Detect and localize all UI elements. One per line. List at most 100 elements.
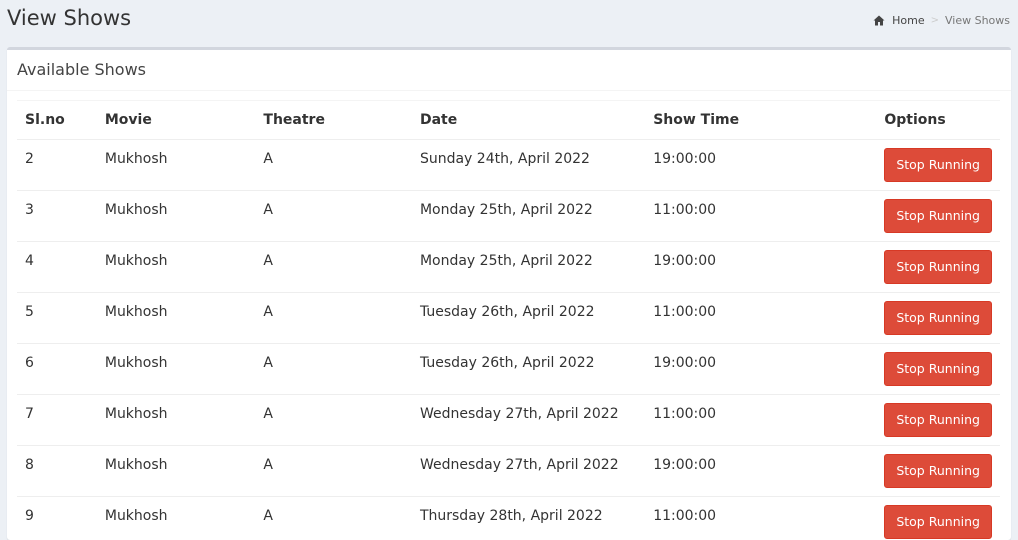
theatre-text: A [263,242,404,269]
date-text: Wednesday 27th, April 2022 [420,395,637,422]
movie-text: Mukhosh [105,446,248,473]
date-text: Sunday 24th, April 2022 [420,140,637,167]
column-header-movie: Movie [97,101,256,140]
content-header: View Shows Home > View Shows [0,0,1018,46]
show-time-text: 19:00:00 [653,344,868,371]
cell-show-time: 11:00:00 [645,293,876,344]
cell-date: Thursday 28th, April 2022 [412,497,645,540]
slno-text: 3 [25,191,89,218]
movie-text: Mukhosh [105,293,248,320]
theatre-text: A [263,293,404,320]
available-shows-box: Available Shows Sl.no Movie Theatre Date… [7,47,1011,540]
cell-date: Monday 25th, April 2022 [412,191,645,242]
show-time-text: 19:00:00 [653,446,868,473]
cell-movie: Mukhosh [97,293,256,344]
cell-date: Wednesday 27th, April 2022 [412,395,645,446]
table-row: 8 Mukhosh A Wednesday 27th, April 2022 1… [17,446,1000,497]
cell-theatre: A [255,293,412,344]
shows-table: Sl.no Movie Theatre Date Show Time Optio… [17,100,1000,540]
movie-text: Mukhosh [105,497,248,524]
cell-slno: 8 [17,446,97,497]
date-text: Tuesday 26th, April 2022 [420,344,637,371]
cell-show-time: 19:00:00 [645,140,876,191]
theatre-text: A [263,446,404,473]
cell-show-time: 19:00:00 [645,446,876,497]
theatre-text: A [263,191,404,218]
column-header-slno: Sl.no [17,101,97,140]
slno-text: 5 [25,293,89,320]
stop-running-button[interactable]: Stop Running [884,505,992,539]
stop-running-button[interactable]: Stop Running [884,301,992,335]
date-text: Monday 25th, April 2022 [420,242,637,269]
cell-show-time: 11:00:00 [645,497,876,540]
slno-text: 9 [25,497,89,524]
cell-date: Sunday 24th, April 2022 [412,140,645,191]
date-text: Monday 25th, April 2022 [420,191,637,218]
stop-running-button[interactable]: Stop Running [884,454,992,488]
stop-running-button[interactable]: Stop Running [884,352,992,386]
cell-theatre: A [255,242,412,293]
movie-text: Mukhosh [105,395,248,422]
cell-movie: Mukhosh [97,446,256,497]
slno-text: 2 [25,140,89,167]
cell-theatre: A [255,140,412,191]
slno-text: 4 [25,242,89,269]
cell-slno: 7 [17,395,97,446]
cell-slno: 5 [17,293,97,344]
cell-options: Stop Running [876,140,1000,191]
cell-show-time: 11:00:00 [645,191,876,242]
cell-options: Stop Running [876,191,1000,242]
movie-text: Mukhosh [105,191,248,218]
cell-options: Stop Running [876,344,1000,395]
cell-slno: 6 [17,344,97,395]
column-header-show-time: Show Time [645,101,876,140]
stop-running-button[interactable]: Stop Running [884,403,992,437]
stop-running-button[interactable]: Stop Running [884,148,992,182]
date-text: Wednesday 27th, April 2022 [420,446,637,473]
cell-show-time: 19:00:00 [645,242,876,293]
cell-movie: Mukhosh [97,344,256,395]
breadcrumb-home-link[interactable]: Home [873,14,924,27]
cell-date: Monday 25th, April 2022 [412,242,645,293]
table-row: 3 Mukhosh A Monday 25th, April 2022 11:0… [17,191,1000,242]
breadcrumb-separator: > [931,15,939,26]
cell-movie: Mukhosh [97,395,256,446]
table-row: 6 Mukhosh A Tuesday 26th, April 2022 19:… [17,344,1000,395]
slno-text: 7 [25,395,89,422]
table-row: 9 Mukhosh A Thursday 28th, April 2022 11… [17,497,1000,540]
slno-text: 6 [25,344,89,371]
cell-options: Stop Running [876,293,1000,344]
theatre-text: A [263,344,404,371]
cell-show-time: 19:00:00 [645,344,876,395]
breadcrumb-home-label: Home [892,14,924,27]
show-time-text: 11:00:00 [653,395,868,422]
cell-movie: Mukhosh [97,242,256,293]
cell-date: Wednesday 27th, April 2022 [412,446,645,497]
shows-table-wrapper: Sl.no Movie Theatre Date Show Time Optio… [17,100,1000,540]
theatre-text: A [263,497,404,524]
show-time-text: 11:00:00 [653,497,868,524]
table-row: 4 Mukhosh A Monday 25th, April 2022 19:0… [17,242,1000,293]
slno-text: 8 [25,446,89,473]
cell-options: Stop Running [876,395,1000,446]
cell-slno: 3 [17,191,97,242]
cell-slno: 4 [17,242,97,293]
cell-theatre: A [255,446,412,497]
stop-running-button[interactable]: Stop Running [884,199,992,233]
stop-running-button[interactable]: Stop Running [884,250,992,284]
box-title: Available Shows [17,60,146,79]
show-time-text: 11:00:00 [653,293,868,320]
movie-text: Mukhosh [105,242,248,269]
theatre-text: A [263,395,404,422]
cell-slno: 2 [17,140,97,191]
show-time-text: 11:00:00 [653,191,868,218]
cell-movie: Mukhosh [97,140,256,191]
table-row: 2 Mukhosh A Sunday 24th, April 2022 19:0… [17,140,1000,191]
cell-slno: 9 [17,497,97,540]
cell-movie: Mukhosh [97,497,256,540]
cell-theatre: A [255,395,412,446]
page-title: View Shows [7,6,131,30]
cell-options: Stop Running [876,446,1000,497]
cell-theatre: A [255,344,412,395]
movie-text: Mukhosh [105,140,248,167]
